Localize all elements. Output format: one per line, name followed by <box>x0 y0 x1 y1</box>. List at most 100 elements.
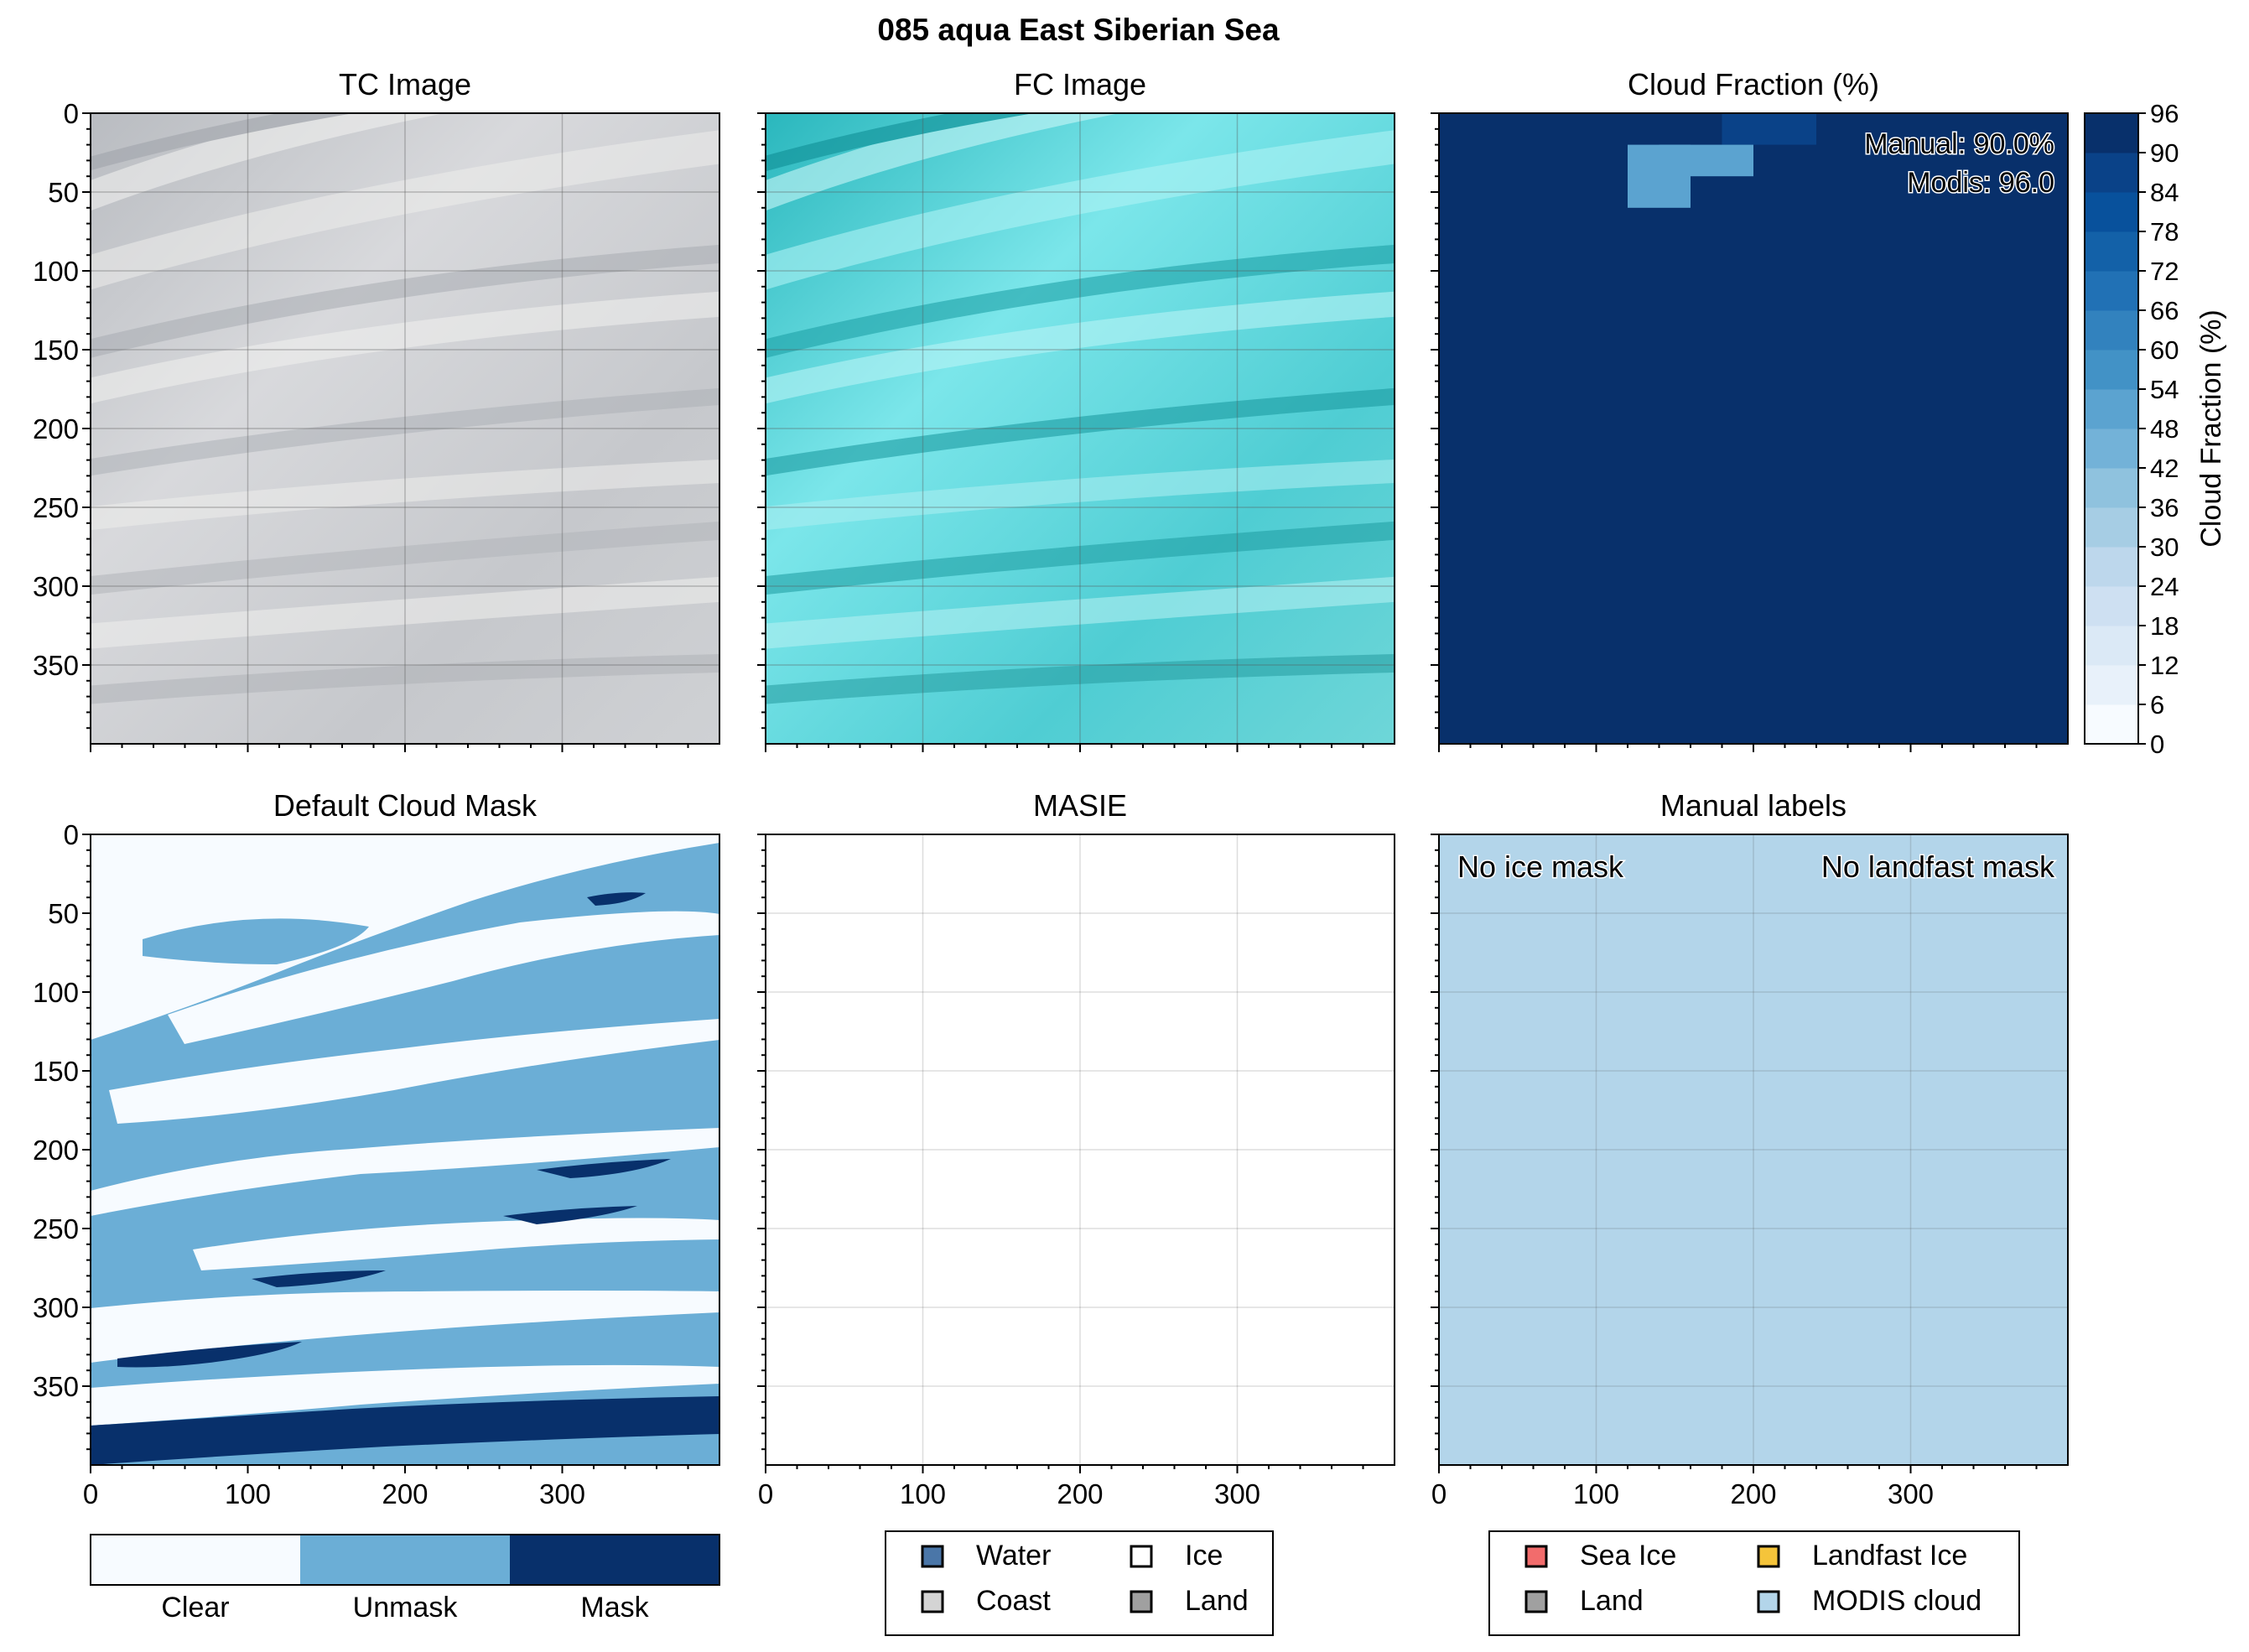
y-axis <box>757 112 766 730</box>
y-tick-label: 50 <box>48 177 79 208</box>
colorbar-swatch <box>2085 429 2138 469</box>
cf-cell <box>1628 144 1691 208</box>
y-tick-label: 150 <box>33 335 79 366</box>
x-axis: 0 100 200 300 <box>1431 1465 2038 1509</box>
fc-image-raster <box>766 113 1395 744</box>
colorbar-tick-label: 84 <box>2150 178 2179 207</box>
x-tick-label: 100 <box>1573 1478 1619 1509</box>
legend-swatch <box>1757 1590 1780 1613</box>
legend-swatch <box>1524 1590 1548 1613</box>
colorbar-label: Cloud Fraction (%) <box>2195 309 2227 547</box>
x-axis <box>90 744 689 752</box>
mask-class-label: Unmask <box>353 1592 459 1623</box>
colorbar-tick-label: 42 <box>2150 454 2179 483</box>
x-tick-label: 200 <box>1057 1478 1103 1509</box>
cloud-fraction-colorbar: 0 6 12 18 24 30 36 42 48 54 60 66 72 78 84 90 96 <box>2084 99 2179 759</box>
x-tick-label: 100 <box>225 1478 271 1509</box>
y-axis: 0 50 100 150 200 250 300 350 <box>33 819 91 1451</box>
y-tick-label: 100 <box>33 977 79 1008</box>
colorbar-swatch <box>2085 586 2138 626</box>
x-axis <box>765 744 1364 752</box>
colorbar-swatch <box>2085 547 2138 587</box>
y-tick-label: 350 <box>33 1371 79 1402</box>
colorbar-tick-label: 66 <box>2150 296 2179 325</box>
colorbar-swatch <box>2085 626 2138 666</box>
cf-background-cell <box>1439 113 2068 744</box>
y-tick-label: 50 <box>48 898 79 929</box>
legend-label: Sea Ice <box>1580 1540 1676 1571</box>
panel-cloud-fraction: Cloud Fraction (%) Manual: 90.0% Modis: … <box>1431 67 2227 759</box>
mask-class-swatch <box>510 1535 719 1585</box>
tc-image-raster <box>91 113 719 744</box>
colorbar-tick-label: 6 <box>2150 690 2164 720</box>
legend-swatch <box>1524 1545 1548 1568</box>
x-tick-label: 300 <box>539 1478 585 1509</box>
y-tick-label: 200 <box>33 1135 79 1166</box>
legend-swatch <box>921 1545 944 1568</box>
panel-fc-image: FC Image <box>757 67 1395 752</box>
legend-swatch <box>1130 1545 1153 1568</box>
colorbar-tick-label: 72 <box>2150 257 2179 286</box>
y-tick-label: 0 <box>64 819 79 850</box>
legend-label: Land <box>1185 1585 1249 1617</box>
x-tick-label: 300 <box>1214 1478 1260 1509</box>
masie-legend: Water Ice Coast Land <box>885 1530 1274 1636</box>
panel-title-default-cloud-mask: Default Cloud Mask <box>273 788 538 823</box>
x-axis: 0 100 200 300 <box>758 1465 1364 1509</box>
colorbar-swatch <box>2085 231 2138 272</box>
colorbar-swatch <box>2085 507 2138 548</box>
y-tick-label: 300 <box>33 1292 79 1323</box>
y-tick-label: 350 <box>33 650 79 681</box>
colorbar-swatch <box>2085 310 2138 351</box>
legend-label: Coast <box>976 1585 1051 1617</box>
colorbar-swatch <box>2085 665 2138 705</box>
x-tick-label: 0 <box>758 1478 773 1509</box>
colorbar-tick-label: 48 <box>2150 414 2179 444</box>
panel-tc-image: TC Image 0 50 100 150 200 250 300 350 <box>33 67 720 752</box>
y-tick-label: 250 <box>33 1213 79 1244</box>
colorbar-swatch <box>2085 468 2138 508</box>
panel-title-manual-labels: Manual labels <box>1660 788 1846 823</box>
panel-title-fc: FC Image <box>1014 67 1146 101</box>
legend-label: Land <box>1580 1585 1644 1617</box>
x-tick-label: 0 <box>83 1478 98 1509</box>
legend-swatch <box>1757 1545 1780 1568</box>
y-tick-label: 0 <box>64 98 79 129</box>
colorbar-tick-label: 96 <box>2150 99 2179 128</box>
x-tick-label: 0 <box>1431 1478 1447 1509</box>
cloud-fraction-cells <box>1439 113 2068 744</box>
legend-swatch <box>1130 1590 1153 1613</box>
manual-annotation-no-landfast: No landfast mask <box>1821 849 2055 884</box>
y-tick-label: 250 <box>33 492 79 523</box>
default-cloud-mask-colorbar: Clear Unmask Mask <box>90 1534 720 1623</box>
legend-label: Landfast Ice <box>1812 1540 1967 1571</box>
x-axis: 0 100 200 300 <box>83 1465 689 1509</box>
y-axis <box>1431 112 1439 730</box>
colorbar-swatch <box>2085 350 2138 390</box>
colorbar-tick-label: 54 <box>2150 375 2179 404</box>
legend-label: Water <box>976 1540 1051 1571</box>
mask-class-label: Mask <box>580 1592 649 1623</box>
y-tick-label: 200 <box>33 413 79 444</box>
panel-title-masie: MASIE <box>1033 788 1127 823</box>
manual-annotation-no-ice: No ice mask <box>1457 849 1624 884</box>
colorbar-swatch <box>2085 704 2138 745</box>
x-tick-label: 200 <box>1730 1478 1776 1509</box>
colorbar-tick-label: 0 <box>2150 730 2164 759</box>
panel-manual-labels: Manual labels No ice mask No landfast ma… <box>1431 788 2069 1636</box>
y-axis <box>757 834 766 1451</box>
mask-class-swatch <box>300 1535 510 1585</box>
cf-annotation-modis: Modis: 96.0 <box>1907 167 2054 199</box>
colorbar-tick-label: 18 <box>2150 611 2179 641</box>
colorbar-swatch <box>2085 389 2138 429</box>
colorbar-tick-label: 12 <box>2150 651 2179 680</box>
panel-default-cloud-mask: Default Cloud Mask 0 50 100 150 200 250 300 350… <box>33 788 720 1623</box>
legend-label: Ice <box>1185 1540 1223 1571</box>
y-tick-label: 100 <box>33 256 79 287</box>
manual-labels-legend: Sea Ice Landfast Ice Land MODIS cloud <box>1488 1530 2020 1636</box>
panel-title-cloud-fraction: Cloud Fraction (%) <box>1628 67 1879 101</box>
y-axis <box>1431 834 1439 1451</box>
legend-swatch <box>921 1590 944 1613</box>
y-tick-label: 150 <box>33 1056 79 1087</box>
figure-suptitle: 085 aqua East Siberian Sea <box>877 13 1280 47</box>
